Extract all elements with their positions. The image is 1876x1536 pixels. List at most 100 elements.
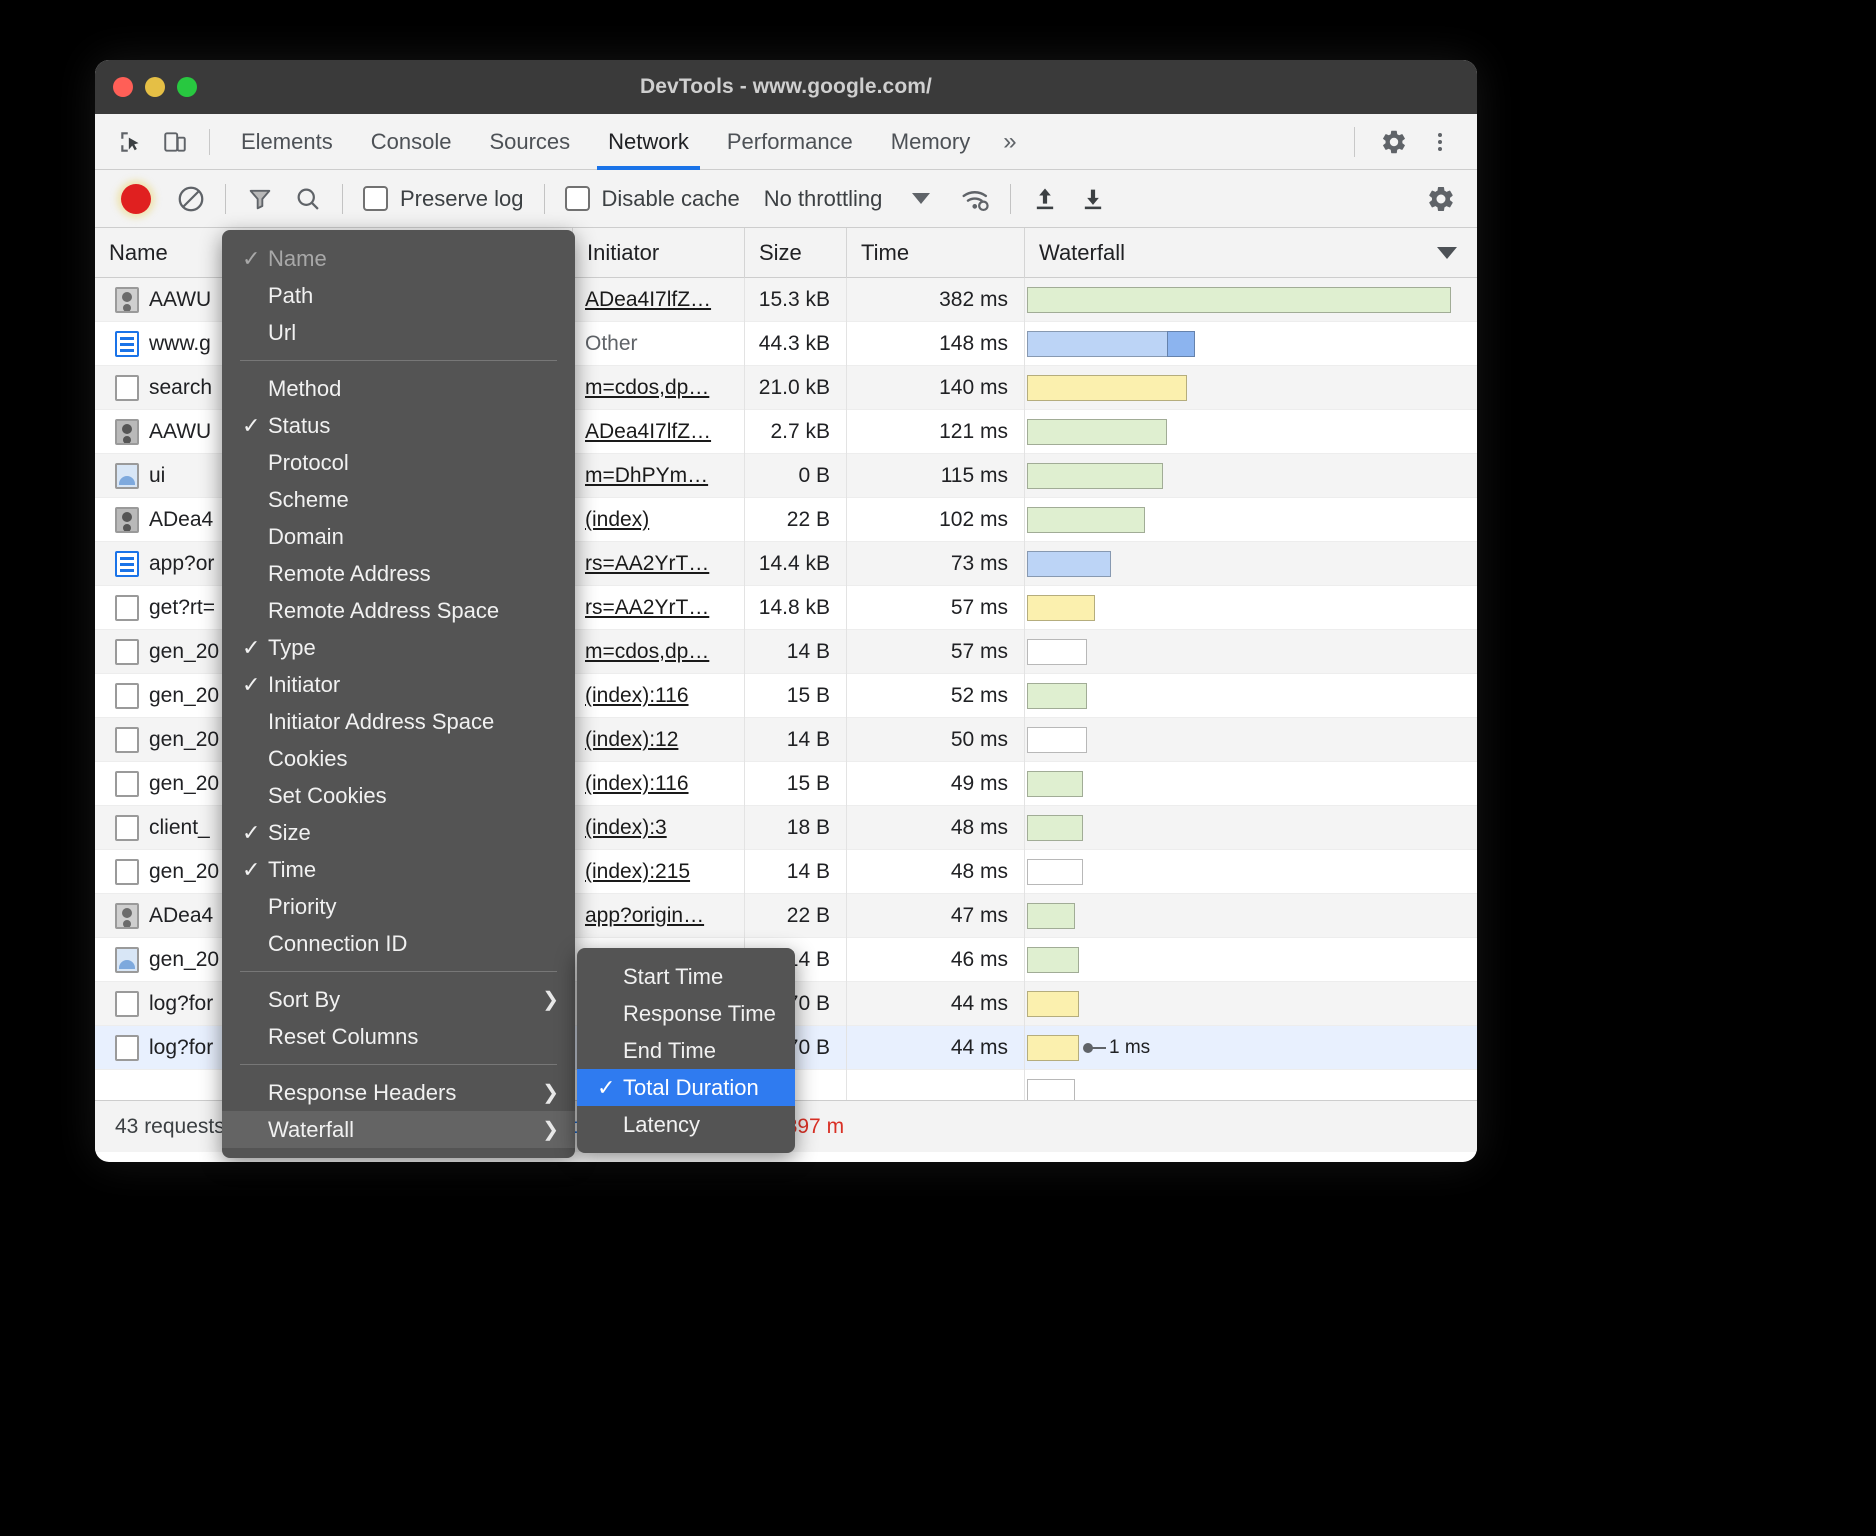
menu-item-start-time[interactable]: Start Time bbox=[577, 958, 795, 995]
menu-separator bbox=[240, 1064, 557, 1065]
cell-initiator[interactable]: app?origin… bbox=[573, 894, 745, 938]
search-icon[interactable] bbox=[284, 176, 332, 222]
column-header-time[interactable]: Time bbox=[847, 228, 1025, 278]
more-tabs-icon[interactable]: » bbox=[989, 128, 1030, 156]
tab-performance[interactable]: Performance bbox=[708, 114, 872, 170]
initiator-link[interactable]: app?origin… bbox=[585, 904, 704, 928]
menu-item-url[interactable]: Url bbox=[222, 314, 575, 351]
tab-console[interactable]: Console bbox=[352, 114, 471, 170]
more-vertical-icon[interactable] bbox=[1417, 119, 1463, 165]
column-header-size[interactable]: Size bbox=[745, 228, 847, 278]
menu-item-status[interactable]: ✓Status bbox=[222, 407, 575, 444]
column-header-waterfall[interactable]: Waterfall bbox=[1025, 228, 1477, 278]
cell-initiator[interactable]: Other bbox=[573, 322, 745, 366]
inspect-icon[interactable] bbox=[109, 122, 153, 162]
filter-icon[interactable] bbox=[236, 176, 284, 222]
menu-item-protocol[interactable]: Protocol bbox=[222, 444, 575, 481]
initiator-link[interactable]: rs=AA2YrT… bbox=[585, 552, 709, 576]
download-icon[interactable] bbox=[1069, 176, 1117, 222]
menu-item-reset-columns[interactable]: Reset Columns bbox=[222, 1018, 575, 1055]
initiator-link[interactable]: (index):116 bbox=[585, 684, 689, 708]
cell-initiator[interactable]: (index) bbox=[573, 498, 745, 542]
settings-gear-icon[interactable] bbox=[1371, 119, 1417, 165]
tab-sources[interactable]: Sources bbox=[470, 114, 589, 170]
cell-waterfall bbox=[1025, 982, 1477, 1026]
cell-initiator[interactable]: m=cdos,dp… bbox=[573, 630, 745, 674]
tab-memory[interactable]: Memory bbox=[872, 114, 989, 170]
disable-cache-checkbox[interactable]: Disable cache bbox=[555, 186, 750, 212]
checkbox-box[interactable] bbox=[363, 186, 388, 211]
menu-item-set-cookies[interactable]: Set Cookies bbox=[222, 777, 575, 814]
cell-initiator[interactable]: ADea4I7lfZ… bbox=[573, 410, 745, 454]
column-header-initiator[interactable]: Initiator bbox=[573, 228, 745, 278]
avatar2-icon bbox=[115, 419, 139, 445]
checkbox-box[interactable] bbox=[565, 186, 590, 211]
menu-item-initiator[interactable]: ✓Initiator bbox=[222, 666, 575, 703]
menu-item-remote-address-space[interactable]: Remote Address Space bbox=[222, 592, 575, 629]
cell-initiator[interactable]: (index):215 bbox=[573, 850, 745, 894]
initiator-link[interactable]: ADea4I7lfZ… bbox=[585, 288, 711, 312]
column-context-menu[interactable]: ✓NamePathUrl Method✓StatusProtocolSchemeD… bbox=[222, 230, 575, 1158]
initiator-link[interactable]: m=cdos,dp… bbox=[585, 376, 709, 400]
menu-item-size[interactable]: ✓Size bbox=[222, 814, 575, 851]
wifi-settings-icon[interactable] bbox=[952, 176, 1000, 222]
waterfall-bar bbox=[1027, 727, 1087, 753]
waterfall-sort-arrow-icon[interactable] bbox=[1437, 247, 1457, 259]
cell-initiator[interactable]: (index):12 bbox=[573, 718, 745, 762]
menu-item-total-duration[interactable]: ✓Total Duration bbox=[577, 1069, 795, 1106]
menu-item-scheme[interactable]: Scheme bbox=[222, 481, 575, 518]
initiator-link[interactable]: (index):215 bbox=[585, 860, 690, 884]
menu-item-end-time[interactable]: End Time bbox=[577, 1032, 795, 1069]
toolbar-divider bbox=[1010, 184, 1011, 214]
chevron-down-icon[interactable] bbox=[912, 193, 930, 204]
waterfall-submenu[interactable]: Start TimeResponse TimeEnd Time✓Total Du… bbox=[577, 948, 795, 1153]
menu-item-response-headers[interactable]: Response Headers❯ bbox=[222, 1074, 575, 1111]
menu-item-time[interactable]: ✓Time bbox=[222, 851, 575, 888]
menu-item-name[interactable]: ✓Name bbox=[222, 240, 575, 277]
cell-initiator[interactable]: m=cdos,dp… bbox=[573, 366, 745, 410]
menu-item-domain[interactable]: Domain bbox=[222, 518, 575, 555]
initiator-link[interactable]: (index):3 bbox=[585, 816, 667, 840]
network-settings-gear-icon[interactable] bbox=[1417, 176, 1465, 222]
cell-initiator[interactable]: m=DhPYm… bbox=[573, 454, 745, 498]
initiator-link[interactable]: Other bbox=[585, 332, 638, 356]
menu-item-method[interactable]: Method bbox=[222, 370, 575, 407]
menu-item-type[interactable]: ✓Type bbox=[222, 629, 575, 666]
menu-item-initiator-address-space[interactable]: Initiator Address Space bbox=[222, 703, 575, 740]
initiator-link[interactable]: m=DhPYm… bbox=[585, 464, 708, 488]
throttling-select[interactable]: No throttling bbox=[764, 186, 883, 212]
initiator-link[interactable]: m=cdos,dp… bbox=[585, 640, 709, 664]
device-toggle-icon[interactable] bbox=[153, 122, 197, 162]
menu-item-sort-by[interactable]: Sort By❯ bbox=[222, 981, 575, 1018]
menu-item-response-time[interactable]: Response Time bbox=[577, 995, 795, 1032]
cell-initiator[interactable]: rs=AA2YrT… bbox=[573, 542, 745, 586]
clear-icon[interactable] bbox=[167, 176, 215, 222]
cell-initiator[interactable]: ADea4I7lfZ… bbox=[573, 278, 745, 322]
cell-initiator[interactable]: (index):116 bbox=[573, 762, 745, 806]
tab-elements[interactable]: Elements bbox=[222, 114, 352, 170]
initiator-link[interactable]: ADea4I7lfZ… bbox=[585, 420, 711, 444]
cell-time: 52 ms bbox=[847, 674, 1025, 718]
cell-initiator[interactable]: (index):116 bbox=[573, 674, 745, 718]
initiator-link[interactable]: rs=AA2YrT… bbox=[585, 596, 709, 620]
menu-item-latency[interactable]: Latency bbox=[577, 1106, 795, 1143]
cell-initiator[interactable]: rs=AA2YrT… bbox=[573, 586, 745, 630]
toolbar-divider bbox=[342, 184, 343, 214]
menu-item-cookies[interactable]: Cookies bbox=[222, 740, 575, 777]
cell-waterfall bbox=[1025, 938, 1477, 982]
tab-network[interactable]: Network bbox=[589, 114, 708, 170]
upload-icon[interactable] bbox=[1021, 176, 1069, 222]
menu-item-priority[interactable]: Priority bbox=[222, 888, 575, 925]
menu-item-remote-address[interactable]: Remote Address bbox=[222, 555, 575, 592]
initiator-link[interactable]: (index) bbox=[585, 508, 649, 532]
initiator-link[interactable]: (index):116 bbox=[585, 772, 689, 796]
disable-cache-label: Disable cache bbox=[602, 186, 740, 212]
cell-initiator[interactable]: (index):3 bbox=[573, 806, 745, 850]
menu-item-waterfall[interactable]: Waterfall❯ bbox=[222, 1111, 575, 1148]
record-button[interactable] bbox=[121, 184, 151, 214]
menu-item-path[interactable]: Path bbox=[222, 277, 575, 314]
menu-item-connection-id[interactable]: Connection ID bbox=[222, 925, 575, 962]
cell-size: 14.4 kB bbox=[745, 542, 847, 586]
preserve-log-checkbox[interactable]: Preserve log bbox=[353, 186, 534, 212]
initiator-link[interactable]: (index):12 bbox=[585, 728, 678, 752]
